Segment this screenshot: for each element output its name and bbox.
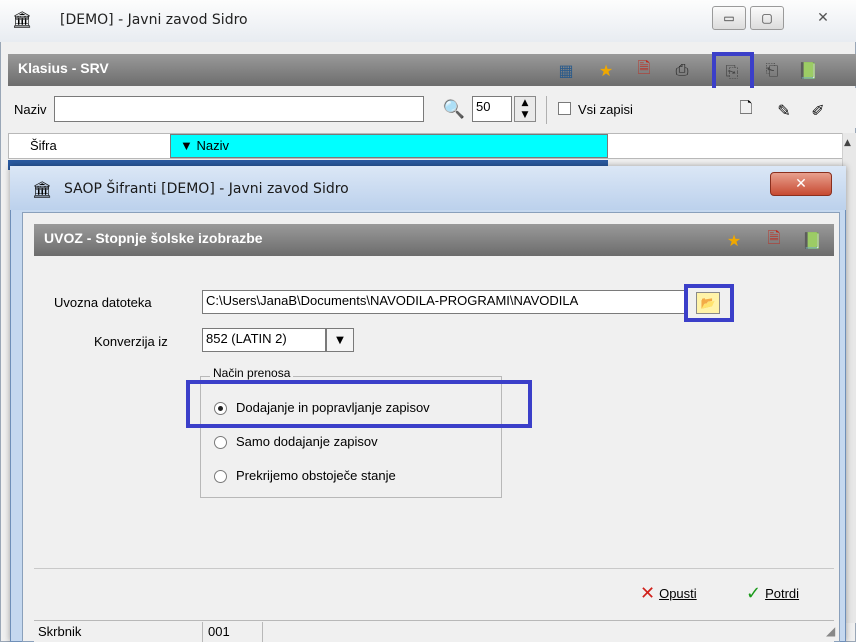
import-file-input[interactable]: C:\Users\JanaB\Documents\NAVODILA-PROGRA… [202, 290, 686, 314]
dialog-app-icon: 🏛 [32, 180, 53, 199]
cancel-x-icon: ✕ [640, 582, 656, 604]
option-overwrite-label[interactable]: Prekrijemo obstoječe stanje [236, 468, 396, 483]
dialog-header-title: UVOZ - Stopnje šolske izobrazbe [44, 230, 263, 246]
folder-open-icon[interactable]: 📂 [696, 292, 720, 314]
confirm-check-icon: ✓ [746, 582, 762, 604]
cancel-button[interactable]: ✕ Opusti [640, 580, 697, 606]
delete-doc-icon[interactable]: 🗎 [632, 58, 656, 82]
transfer-group-label: Način prenosa [210, 366, 294, 380]
edit-record-icon[interactable]: ✎ [772, 98, 796, 122]
dialog-close-icon[interactable]: ✕ [770, 172, 832, 196]
main-window-title: [DEMO] - Javni zavod Sidro [60, 12, 248, 28]
grid-settings-icon[interactable]: ▦ [554, 58, 578, 82]
column-header-name-bg[interactable] [170, 134, 608, 158]
star-icon[interactable]: ★ [594, 58, 618, 82]
edit-multiple-icon[interactable]: ✐ [806, 98, 830, 122]
status-divider [202, 622, 203, 642]
import-icon[interactable]: ⎘ [720, 60, 744, 84]
all-records-label: Vsi zapisi [578, 102, 633, 117]
help-book-icon[interactable]: 📗 [796, 58, 820, 82]
minimize-icon[interactable]: ▭ [712, 6, 746, 30]
search-icon[interactable]: 🔍 [442, 97, 466, 121]
option-overwrite-radio[interactable] [214, 470, 227, 483]
export-icon[interactable]: ⎗ [760, 58, 784, 82]
app-icon: 🏛 [12, 10, 33, 29]
resize-grip-icon[interactable]: ◢ [826, 624, 835, 638]
all-records-checkbox[interactable] [558, 102, 571, 115]
dialog-delete-doc-icon[interactable]: 🗎 [762, 228, 786, 252]
toolbar-divider [546, 96, 547, 124]
status-user-code: 001 [208, 624, 230, 639]
confirm-button[interactable]: ✓ Potrdi [746, 580, 799, 606]
search-label: Naziv [14, 102, 47, 117]
sort-desc-icon: ▼ [180, 138, 197, 153]
new-record-icon[interactable]: 🗋 [734, 98, 758, 122]
status-divider-2 [262, 622, 263, 642]
maximize-icon[interactable]: ▢ [750, 6, 784, 30]
count-stepper[interactable]: ▲ ▼ [514, 96, 536, 122]
main-header-title: Klasius - SRV [18, 60, 109, 76]
conversion-label: Konverzija iz [94, 334, 168, 349]
option-add-only-radio[interactable] [214, 436, 227, 449]
footer-separator [34, 568, 834, 569]
print-icon[interactable]: ⎙ [670, 58, 694, 82]
search-input[interactable] [54, 96, 424, 122]
scroll-up-icon[interactable]: ▲ [844, 138, 851, 148]
conversion-select[interactable]: 852 (LATIN 2) [202, 328, 326, 352]
dialog-window-title: SAOP Šifranti [DEMO] - Javni zavod Sidro [64, 181, 349, 197]
dialog-star-icon[interactable]: ★ [722, 228, 746, 252]
import-file-label: Uvozna datoteka [54, 295, 152, 310]
option-add-edit-label[interactable]: Dodajanje in popravljanje zapisov [236, 400, 430, 415]
status-user-label: Skrbnik [38, 624, 82, 639]
column-header-code[interactable]: Šifra [30, 138, 57, 153]
column-header-name: ▼ Naziv [180, 138, 229, 153]
dialog-help-book-icon[interactable]: 📗 [800, 228, 824, 252]
option-add-only-label[interactable]: Samo dodajanje zapisov [236, 434, 378, 449]
count-input[interactable]: 50 [472, 96, 512, 122]
status-bar [34, 620, 834, 642]
chevron-down-icon[interactable]: ▼ [326, 328, 354, 352]
option-add-edit-radio[interactable] [214, 402, 227, 415]
close-icon[interactable]: ✕ [806, 6, 840, 30]
